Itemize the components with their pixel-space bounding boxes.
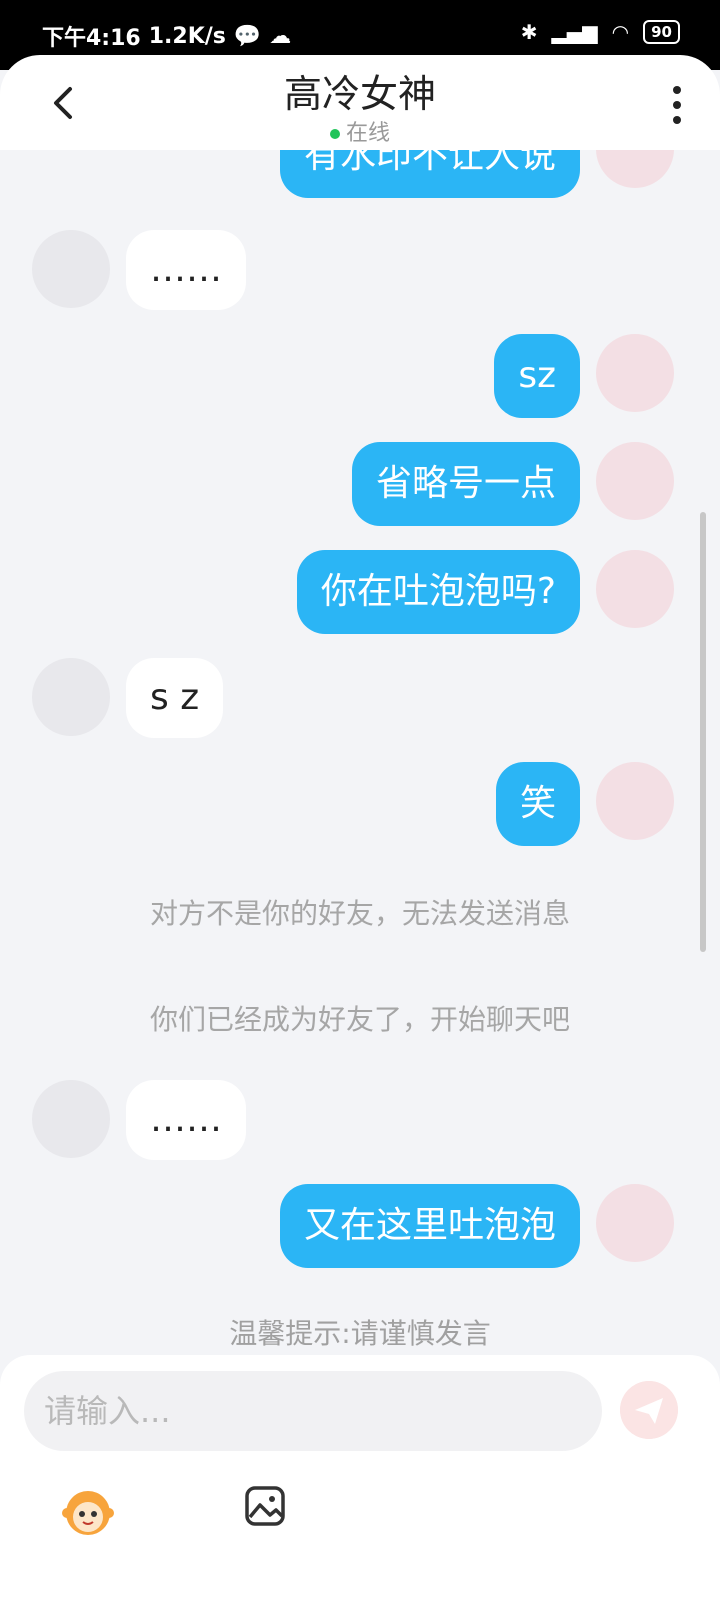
message-row: …… — [0, 230, 720, 310]
cloud-icon: ☁ — [269, 23, 292, 49]
message-row: 省略号一点 — [0, 442, 720, 526]
online-status: 在线 — [0, 115, 720, 147]
message-list[interactable]: 有水印不让人说 …… sz 省略号一点 你在吐泡泡吗? s z 笑 对方不是你的… — [0, 150, 720, 1380]
emoji-sticker-icon[interactable] — [60, 1483, 116, 1539]
my-avatar[interactable] — [596, 762, 674, 840]
bluetooth-icon: ✱ — [520, 20, 538, 44]
my-avatar[interactable] — [596, 550, 674, 628]
signal-icon: ▂▄▆ — [551, 20, 598, 44]
battery-icon: 90 — [643, 20, 680, 44]
message-bubble-sent[interactable]: 有水印不让人说 — [279, 150, 580, 198]
message-row: 又在这里吐泡泡 — [0, 1184, 720, 1268]
caution-tip: 温馨提示:请谨慎发言 — [229, 1317, 491, 1350]
contact-avatar[interactable] — [32, 230, 110, 308]
online-status-label: 在线 — [345, 121, 390, 146]
my-avatar[interactable] — [596, 442, 674, 520]
chat-header: 高冷女神 在线 — [0, 55, 720, 150]
message-row: s z — [0, 658, 720, 738]
message-row: …… — [0, 1080, 720, 1160]
message-bubble-sent[interactable]: 你在吐泡泡吗? — [296, 550, 580, 634]
input-bar — [0, 1355, 720, 1600]
status-speed: 1.2K/s — [148, 23, 226, 49]
message-row: 笑 — [0, 762, 720, 846]
image-picker-icon[interactable] — [244, 1485, 286, 1527]
system-message: 对方不是你的好友，无法发送消息 — [149, 897, 570, 930]
scrollbar[interactable] — [700, 512, 706, 952]
message-bubble-received[interactable]: …… — [126, 1080, 246, 1160]
my-avatar[interactable] — [596, 150, 674, 188]
message-bubble-received[interactable]: …… — [126, 230, 246, 310]
status-right: ✱ ▂▄▆ ◠ 90 — [521, 20, 680, 44]
message-row: 有水印不让人说 — [0, 150, 720, 210]
more-options-icon[interactable] — [672, 85, 682, 125]
send-icon[interactable] — [620, 1381, 678, 1439]
message-bubble-sent[interactable]: sz — [494, 334, 580, 418]
message-notification-icon: 💬 — [233, 23, 262, 49]
my-avatar[interactable] — [596, 1184, 674, 1262]
message-row: sz — [0, 334, 720, 418]
wifi-icon: ◠ — [611, 20, 630, 44]
message-bubble-sent[interactable]: 笑 — [495, 762, 580, 846]
contact-avatar[interactable] — [32, 1080, 110, 1158]
contact-avatar[interactable] — [32, 658, 110, 736]
status-time: 下午4:16 — [42, 26, 141, 51]
chat-title: 高冷女神 — [283, 72, 436, 116]
message-row: 你在吐泡泡吗? — [0, 550, 720, 634]
my-avatar[interactable] — [596, 334, 674, 412]
message-bubble-sent[interactable]: 省略号一点 — [351, 442, 580, 526]
online-dot-icon — [329, 129, 340, 139]
message-input[interactable] — [24, 1371, 602, 1451]
message-bubble-sent[interactable]: 又在这里吐泡泡 — [279, 1184, 580, 1268]
message-bubble-received[interactable]: s z — [126, 658, 224, 738]
system-message: 你们已经成为好友了，开始聊天吧 — [149, 1003, 570, 1036]
status-left: 下午4:16 1.2K/s 💬 ☁ — [42, 20, 291, 52]
